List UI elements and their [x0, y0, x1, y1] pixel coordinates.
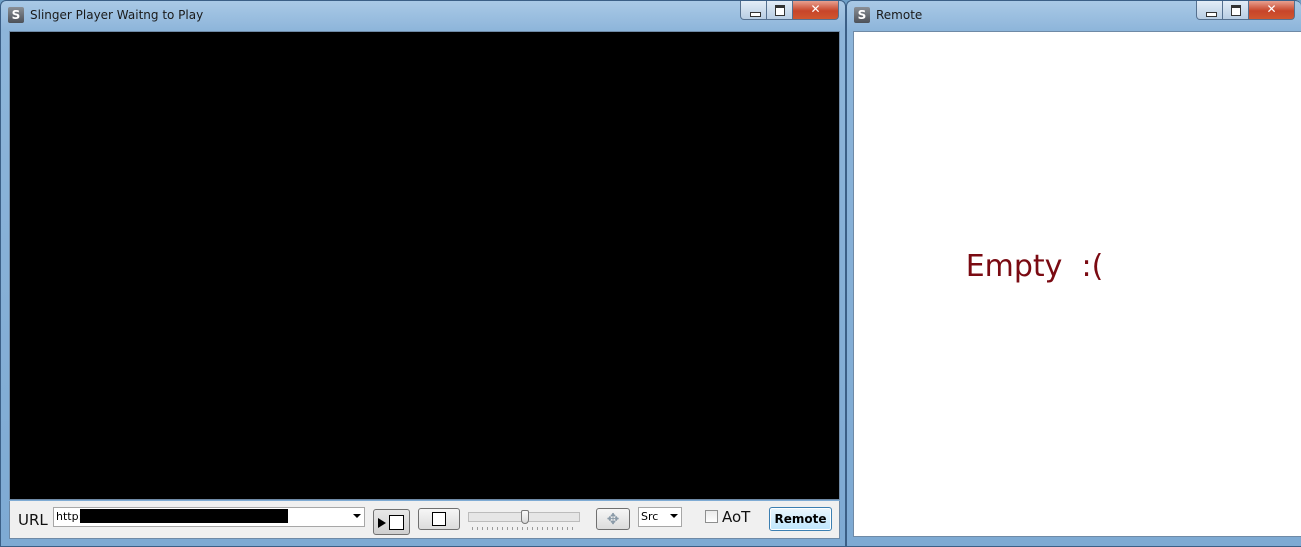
- stop-square-icon: [389, 515, 404, 530]
- src-value: Src: [641, 510, 659, 523]
- chevron-down-icon[interactable]: [352, 511, 362, 521]
- move-button[interactable]: ✥: [596, 508, 630, 530]
- slider-thumb[interactable]: [521, 510, 529, 524]
- src-combobox[interactable]: Src: [638, 507, 682, 527]
- player-window: S Slinger Player Waitng to Play URL http…: [0, 0, 846, 547]
- close-button[interactable]: [793, 1, 839, 20]
- maximize-button[interactable]: [767, 1, 793, 20]
- close-button[interactable]: [1249, 1, 1295, 20]
- aot-label[interactable]: AoT: [722, 508, 750, 526]
- chevron-down-icon[interactable]: [669, 511, 679, 521]
- url-input-text[interactable]: http:: [56, 510, 82, 523]
- move-arrows-icon: ✥: [606, 510, 620, 528]
- play-icon: [378, 518, 386, 528]
- stop-button[interactable]: [418, 508, 460, 530]
- slider-ticks: [472, 527, 576, 530]
- player-title-bar[interactable]: S Slinger Player Waitng to Play: [1, 1, 845, 29]
- caption-buttons: [740, 1, 839, 21]
- url-combobox[interactable]: http:: [53, 507, 365, 527]
- remote-window: S Remote Empty :(: [846, 0, 1301, 547]
- window-title: Remote: [876, 8, 923, 22]
- maximize-button[interactable]: [1223, 1, 1249, 20]
- aot-checkbox[interactable]: [705, 510, 718, 523]
- remote-content: Empty :(: [853, 31, 1301, 537]
- remote-button[interactable]: Remote: [769, 507, 832, 531]
- control-bar: URL http: ✥ Src AoT Remote: [9, 501, 840, 539]
- seek-slider[interactable]: [468, 510, 580, 534]
- empty-message: Empty :(: [965, 249, 1104, 284]
- url-label: URL: [18, 511, 48, 529]
- caption-buttons: [1196, 1, 1295, 21]
- window-title: Slinger Player Waitng to Play: [30, 8, 204, 22]
- minimize-button[interactable]: [740, 1, 767, 20]
- app-logo-icon[interactable]: S: [854, 7, 870, 23]
- minimize-button[interactable]: [1196, 1, 1223, 20]
- play-stop-button[interactable]: [373, 509, 410, 535]
- app-logo-icon[interactable]: S: [8, 7, 24, 23]
- video-display[interactable]: [9, 31, 840, 500]
- remote-title-bar[interactable]: S Remote: [847, 1, 1301, 29]
- url-redaction: [80, 509, 288, 523]
- stop-icon: [432, 512, 446, 526]
